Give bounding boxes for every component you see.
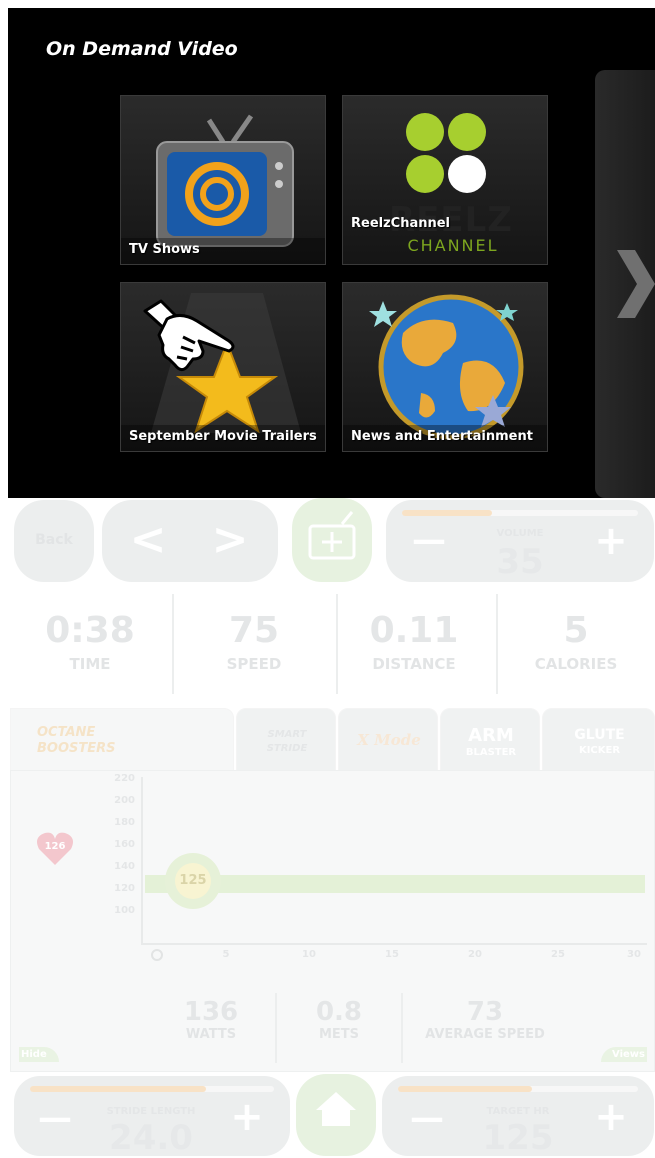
back-label: Back (35, 532, 73, 548)
clock-icon (151, 949, 163, 961)
target-hr-bar (398, 1086, 638, 1092)
volume-down-button[interactable]: — (404, 520, 454, 560)
stride-length-value: 24.0 (109, 1118, 193, 1158)
next-button[interactable]: > (200, 514, 260, 565)
heart-rate-graph-panel: 126 220 200 180 160 140 120 100 125 5 10… (10, 770, 655, 1072)
target-hr-label: TARGET HR (486, 1106, 550, 1117)
stat-label: METS (318, 1027, 360, 1042)
stat-value: 75 (228, 610, 280, 651)
target-hr-up-button[interactable]: + (586, 1094, 636, 1140)
media-button[interactable] (292, 498, 372, 582)
stat-value: 5 (563, 610, 589, 651)
tile-caption: News and Entertainment (343, 425, 547, 451)
stat-label: TIME (69, 655, 111, 673)
stat-watts: 136 WATTS (141, 997, 281, 1042)
views-button[interactable]: Views (601, 1047, 647, 1062)
tab-sublabel: BLASTER (465, 747, 517, 758)
stat-value: 0:38 (45, 610, 135, 651)
stride-length-up-button[interactable]: + (222, 1094, 272, 1140)
dialog-title: On Demand Video (46, 38, 238, 60)
stat-value: 136 (183, 997, 239, 1027)
boosters-header: OCTANE BOOSTERS (10, 708, 234, 772)
hide-button[interactable]: Hide (19, 1047, 59, 1062)
divider (275, 993, 277, 1063)
tab-label: SMART (267, 729, 307, 740)
x-tick: 10 (302, 949, 316, 960)
home-button[interactable] (296, 1074, 376, 1156)
y-axis (141, 777, 143, 945)
y-tick: 220 (114, 773, 135, 784)
boosters-tabbar: OCTANE BOOSTERS SMART STRIDE X Mode ARM … (10, 708, 655, 772)
x-axis (141, 943, 647, 945)
back-button[interactable]: Back (14, 500, 94, 582)
on-demand-video-dialog: On Demand Video TV Shows REELZ CHANNEL R… (8, 8, 655, 498)
home-icon (316, 1092, 356, 1126)
x-tick: 25 (551, 949, 565, 960)
stat-label: CALORIES (534, 655, 618, 673)
tile-reelz-channel[interactable]: REELZ CHANNEL ReelzChannel (342, 95, 548, 265)
stat-value: 0.11 (369, 610, 459, 651)
stat-value: 0.8 (315, 997, 363, 1027)
x-tick: 20 (468, 949, 482, 960)
stat-speed: 75 SPEED (174, 610, 334, 673)
target-hr-value: 125 (482, 1118, 554, 1158)
tile-caption: ReelzChannel (351, 216, 451, 231)
volume-value: 35 (496, 542, 544, 582)
workout-console: Back < > — VOLUME 35 + 0:38 TIME 75 SPEE… (0, 498, 655, 1158)
tv-plus-icon (308, 511, 356, 560)
volume-label: VOLUME (496, 528, 544, 539)
heart-rate-value: 126 (44, 841, 66, 852)
tab-sublabel: STRIDE (266, 743, 308, 754)
divider (401, 993, 403, 1063)
stat-distance: 0.11 DISTANCE (334, 610, 494, 673)
tile-caption: TV Shows (121, 238, 325, 264)
tab-label: GLUTE (574, 727, 625, 743)
boosters-title-1: OCTANE (37, 725, 96, 740)
boosters-title-2: BOOSTERS (37, 741, 116, 756)
next-page-button[interactable] (595, 70, 655, 498)
y-tick: 200 (114, 795, 135, 806)
y-tick: 180 (114, 817, 135, 828)
target-hr-down-button[interactable]: — (402, 1098, 452, 1138)
y-tick: 140 (114, 861, 135, 872)
heart-rate-badge: 126 (35, 829, 75, 869)
stat-label: DISTANCE (372, 655, 456, 673)
y-tick: 100 (114, 905, 135, 916)
tab-sublabel: KICKER (578, 745, 621, 756)
stat-calories: 5 CALORIES (496, 610, 655, 673)
target-marker-value: 125 (179, 873, 207, 888)
tile-tv-shows[interactable]: TV Shows (120, 95, 326, 265)
x-tick: 30 (627, 949, 641, 960)
tab-label: ARM (468, 725, 514, 746)
y-tick: 160 (114, 839, 135, 850)
stat-time: 0:38 TIME (10, 610, 170, 673)
y-tick: 120 (114, 883, 135, 894)
stat-label: WATTS (185, 1027, 237, 1042)
stride-length-bar (30, 1086, 274, 1092)
volume-bar (402, 510, 638, 516)
tab-smart-stride[interactable]: SMART STRIDE (236, 708, 336, 772)
volume-up-button[interactable]: + (586, 518, 636, 564)
tab-glute-kicker[interactable]: GLUTE KICKER (542, 708, 655, 772)
x-tick: 5 (222, 949, 230, 960)
stride-length-down-button[interactable]: — (30, 1098, 80, 1138)
prev-button[interactable]: < (118, 514, 178, 565)
tab-arm-blaster[interactable]: ARM BLASTER (440, 708, 540, 772)
tab-x-mode[interactable]: X Mode (338, 708, 438, 772)
tab-label: X Mode (357, 731, 421, 749)
stat-label: SPEED (226, 655, 282, 673)
chevron-right-icon (617, 250, 655, 318)
target-marker: 125 (165, 853, 221, 909)
stat-label: AVERAGE SPEED (425, 1027, 545, 1042)
tile-caption: September Movie Trailers (121, 425, 325, 451)
tile-september-movie-trailers[interactable]: September Movie Trailers (120, 282, 326, 452)
stat-average-speed: 73 AVERAGE SPEED (405, 997, 565, 1042)
pointing-hand-icon (143, 299, 235, 372)
tile-news-and-entertainment[interactable]: News and Entertainment (342, 282, 548, 452)
stat-value: 73 (466, 997, 504, 1027)
stat-mets: 0.8 METS (281, 997, 397, 1042)
x-tick: 15 (385, 949, 399, 960)
stride-length-label: STRIDE LENGTH (106, 1106, 196, 1117)
reelz-subtitle: CHANNEL (407, 236, 499, 255)
